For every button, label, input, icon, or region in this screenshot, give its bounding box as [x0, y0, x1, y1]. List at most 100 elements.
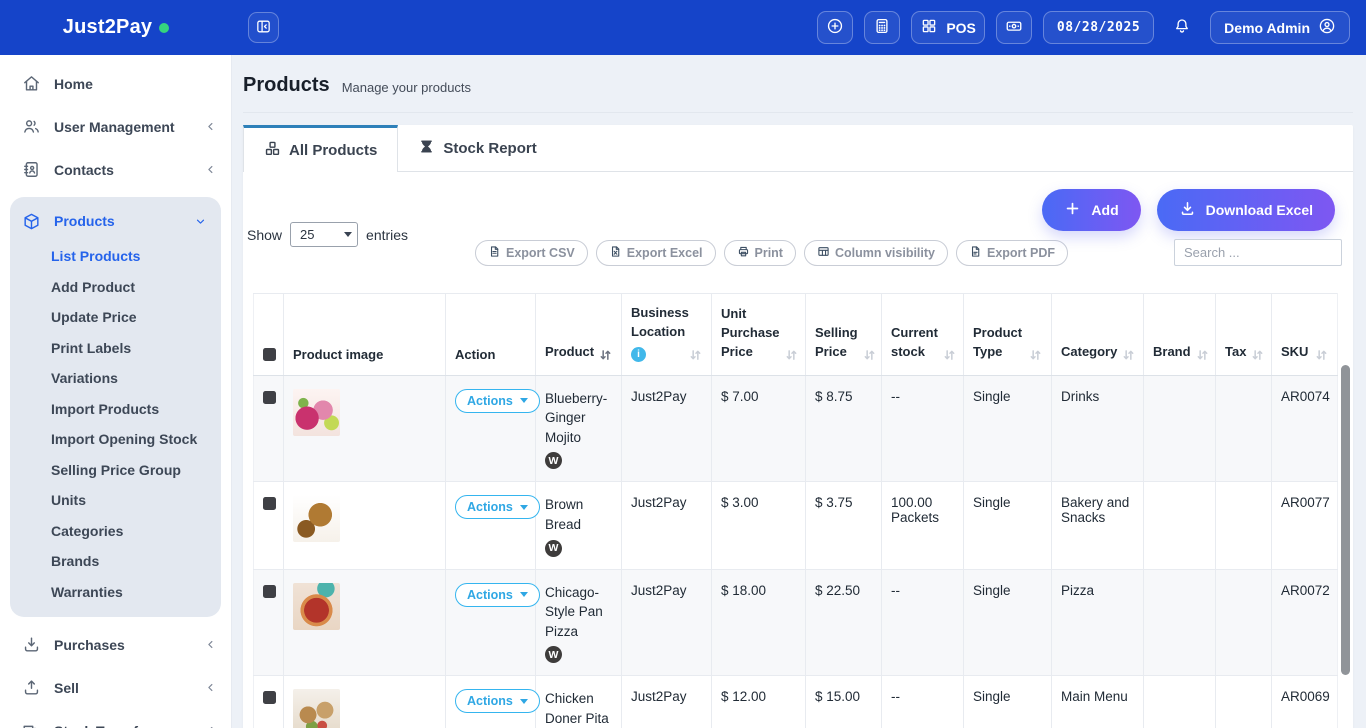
column-label: SKU [1281, 343, 1310, 362]
sidebar-item-user-management[interactable]: User Management [0, 105, 231, 148]
row-checkbox[interactable] [263, 497, 276, 510]
column-header-category[interactable]: Category [1052, 294, 1144, 376]
export-label: Export PDF [987, 246, 1055, 260]
cell-image [284, 676, 446, 728]
export-csv-button[interactable]: Export CSV [475, 240, 588, 266]
sidebar-item-stock-transfers[interactable]: Stock Transfers [0, 709, 231, 728]
info-icon[interactable]: i [631, 347, 646, 362]
sidebar-item-home[interactable]: Home [0, 62, 231, 105]
sidebar-subitem-warranties[interactable]: Warranties [10, 577, 221, 608]
export-excel-button[interactable]: Export Excel [596, 240, 716, 266]
sidebar-subitem-add-product[interactable]: Add Product [10, 272, 221, 303]
user-menu-button[interactable]: Demo Admin [1210, 11, 1350, 44]
caret-down-icon [520, 398, 528, 403]
table-scrollbar[interactable] [1341, 365, 1350, 675]
calculator-icon [873, 17, 891, 38]
product-name: Chicago-Style Pan Pizza [545, 583, 613, 642]
sidebar-subitem-selling-price-group[interactable]: Selling Price Group [10, 455, 221, 486]
sidebar-subitem-print-labels[interactable]: Print Labels [10, 333, 221, 364]
sidebar-subitem-list-products[interactable]: List Products [10, 241, 221, 272]
download-excel-button[interactable]: Download Excel [1157, 189, 1335, 231]
tab-stock-report[interactable]: Stock Report [398, 125, 556, 171]
product-thumbnail[interactable] [293, 583, 340, 630]
cell-purchase_price: $ 12.00 [712, 676, 806, 728]
calculator-button[interactable] [864, 11, 900, 44]
wordpress-icon[interactable]: W [545, 452, 562, 469]
table-row: ActionsChicken Doner Pita with HummusWJu… [254, 676, 1338, 728]
column-header-location[interactable]: Business Location i [622, 294, 712, 376]
actions-button[interactable]: Actions [455, 689, 540, 713]
tab-all-products[interactable]: All Products [243, 125, 398, 172]
column-visibility-button[interactable]: Column visibility [804, 240, 948, 266]
cell-image [284, 375, 446, 482]
sort-icon [598, 348, 613, 362]
column-label: Product Type [973, 324, 1024, 362]
sidebar-subitem-variations[interactable]: Variations [10, 363, 221, 394]
pos-label: POS [946, 20, 976, 36]
product-thumbnail[interactable] [293, 495, 340, 542]
cash-register-button[interactable] [996, 11, 1032, 44]
print-button[interactable]: Print [724, 240, 796, 266]
actions-button[interactable]: Actions [455, 389, 540, 413]
column-header-selling_price[interactable]: Selling Price [806, 294, 882, 376]
column-header-product[interactable]: Product [536, 294, 622, 376]
add-button[interactable]: Add [1042, 189, 1140, 231]
row-checkbox[interactable] [263, 691, 276, 704]
sidebar-item-products[interactable]: Products [10, 201, 221, 241]
sidebar-item-label: Home [54, 76, 93, 92]
column-header-image: Product image [284, 294, 446, 376]
sidebar-subitem-brands[interactable]: Brands [10, 546, 221, 577]
row-checkbox[interactable] [263, 391, 276, 404]
row-checkbox[interactable] [263, 585, 276, 598]
notifications-button[interactable] [1165, 11, 1199, 44]
product-name: Brown Bread [545, 495, 613, 534]
cell-selling_price: $ 3.75 [806, 482, 882, 569]
stock-transfers-icon [22, 721, 41, 728]
column-label: Unit Purchase Price [721, 305, 780, 362]
product-thumbnail[interactable] [293, 689, 340, 728]
select-all-checkbox[interactable] [263, 348, 276, 361]
sidebar-item-purchases[interactable]: Purchases [0, 623, 231, 666]
column-header-stock[interactable]: Current stock [882, 294, 964, 376]
products-card: All Products Stock Report Show 25 entrie… [243, 125, 1353, 728]
file-excel-icon [609, 245, 622, 261]
column-header-sku[interactable]: SKU [1272, 294, 1338, 376]
hourglass-icon [418, 138, 435, 159]
table-row: ActionsBrown BreadWJust2Pay$ 3.00$ 3.751… [254, 482, 1338, 569]
column-header-tax[interactable]: Tax [1216, 294, 1272, 376]
pos-button[interactable]: POS [911, 11, 985, 44]
column-header-type[interactable]: Product Type [964, 294, 1052, 376]
sidebar-item-sell[interactable]: Sell [0, 666, 231, 709]
search-input[interactable] [1174, 239, 1342, 266]
print-icon [737, 245, 750, 261]
column-header-purchase_price[interactable]: Unit Purchase Price [712, 294, 806, 376]
sidebar-item-contacts[interactable]: Contacts [0, 148, 231, 191]
export-pdf-button[interactable]: Export PDF [956, 240, 1068, 266]
date-button[interactable]: 08/28/2025 [1043, 11, 1154, 44]
home-icon [22, 74, 41, 93]
sidebar-subitem-import-opening-stock[interactable]: Import Opening Stock [10, 424, 221, 455]
sidebar-subitem-update-price[interactable]: Update Price [10, 302, 221, 333]
status-dot-icon [159, 23, 169, 33]
plus-icon [1064, 200, 1081, 220]
sidebar-subitem-categories[interactable]: Categories [10, 516, 221, 547]
sort-icon [942, 348, 957, 362]
page-subtitle: Manage your products [342, 80, 471, 95]
brand[interactable]: Just2Pay [0, 0, 232, 55]
sidebar-toggle-button[interactable] [248, 12, 279, 43]
wordpress-icon[interactable]: W [545, 646, 562, 663]
actions-button[interactable]: Actions [455, 495, 540, 519]
page-header: Products Manage your products [243, 55, 1353, 113]
wordpress-icon[interactable]: W [545, 540, 562, 557]
quick-add-button[interactable] [817, 11, 853, 44]
sidebar-subitem-import-products[interactable]: Import Products [10, 394, 221, 425]
sidebar-subitem-units[interactable]: Units [10, 485, 221, 516]
page-size-select[interactable]: 25 [290, 222, 358, 247]
actions-button[interactable]: Actions [455, 583, 540, 607]
cell-location: Just2Pay [622, 569, 712, 676]
actions-label: Actions [467, 588, 513, 602]
cell-category: Main Menu [1052, 676, 1144, 728]
column-header-brand[interactable]: Brand [1144, 294, 1216, 376]
product-thumbnail[interactable] [293, 389, 340, 436]
caret-down-icon [520, 592, 528, 597]
